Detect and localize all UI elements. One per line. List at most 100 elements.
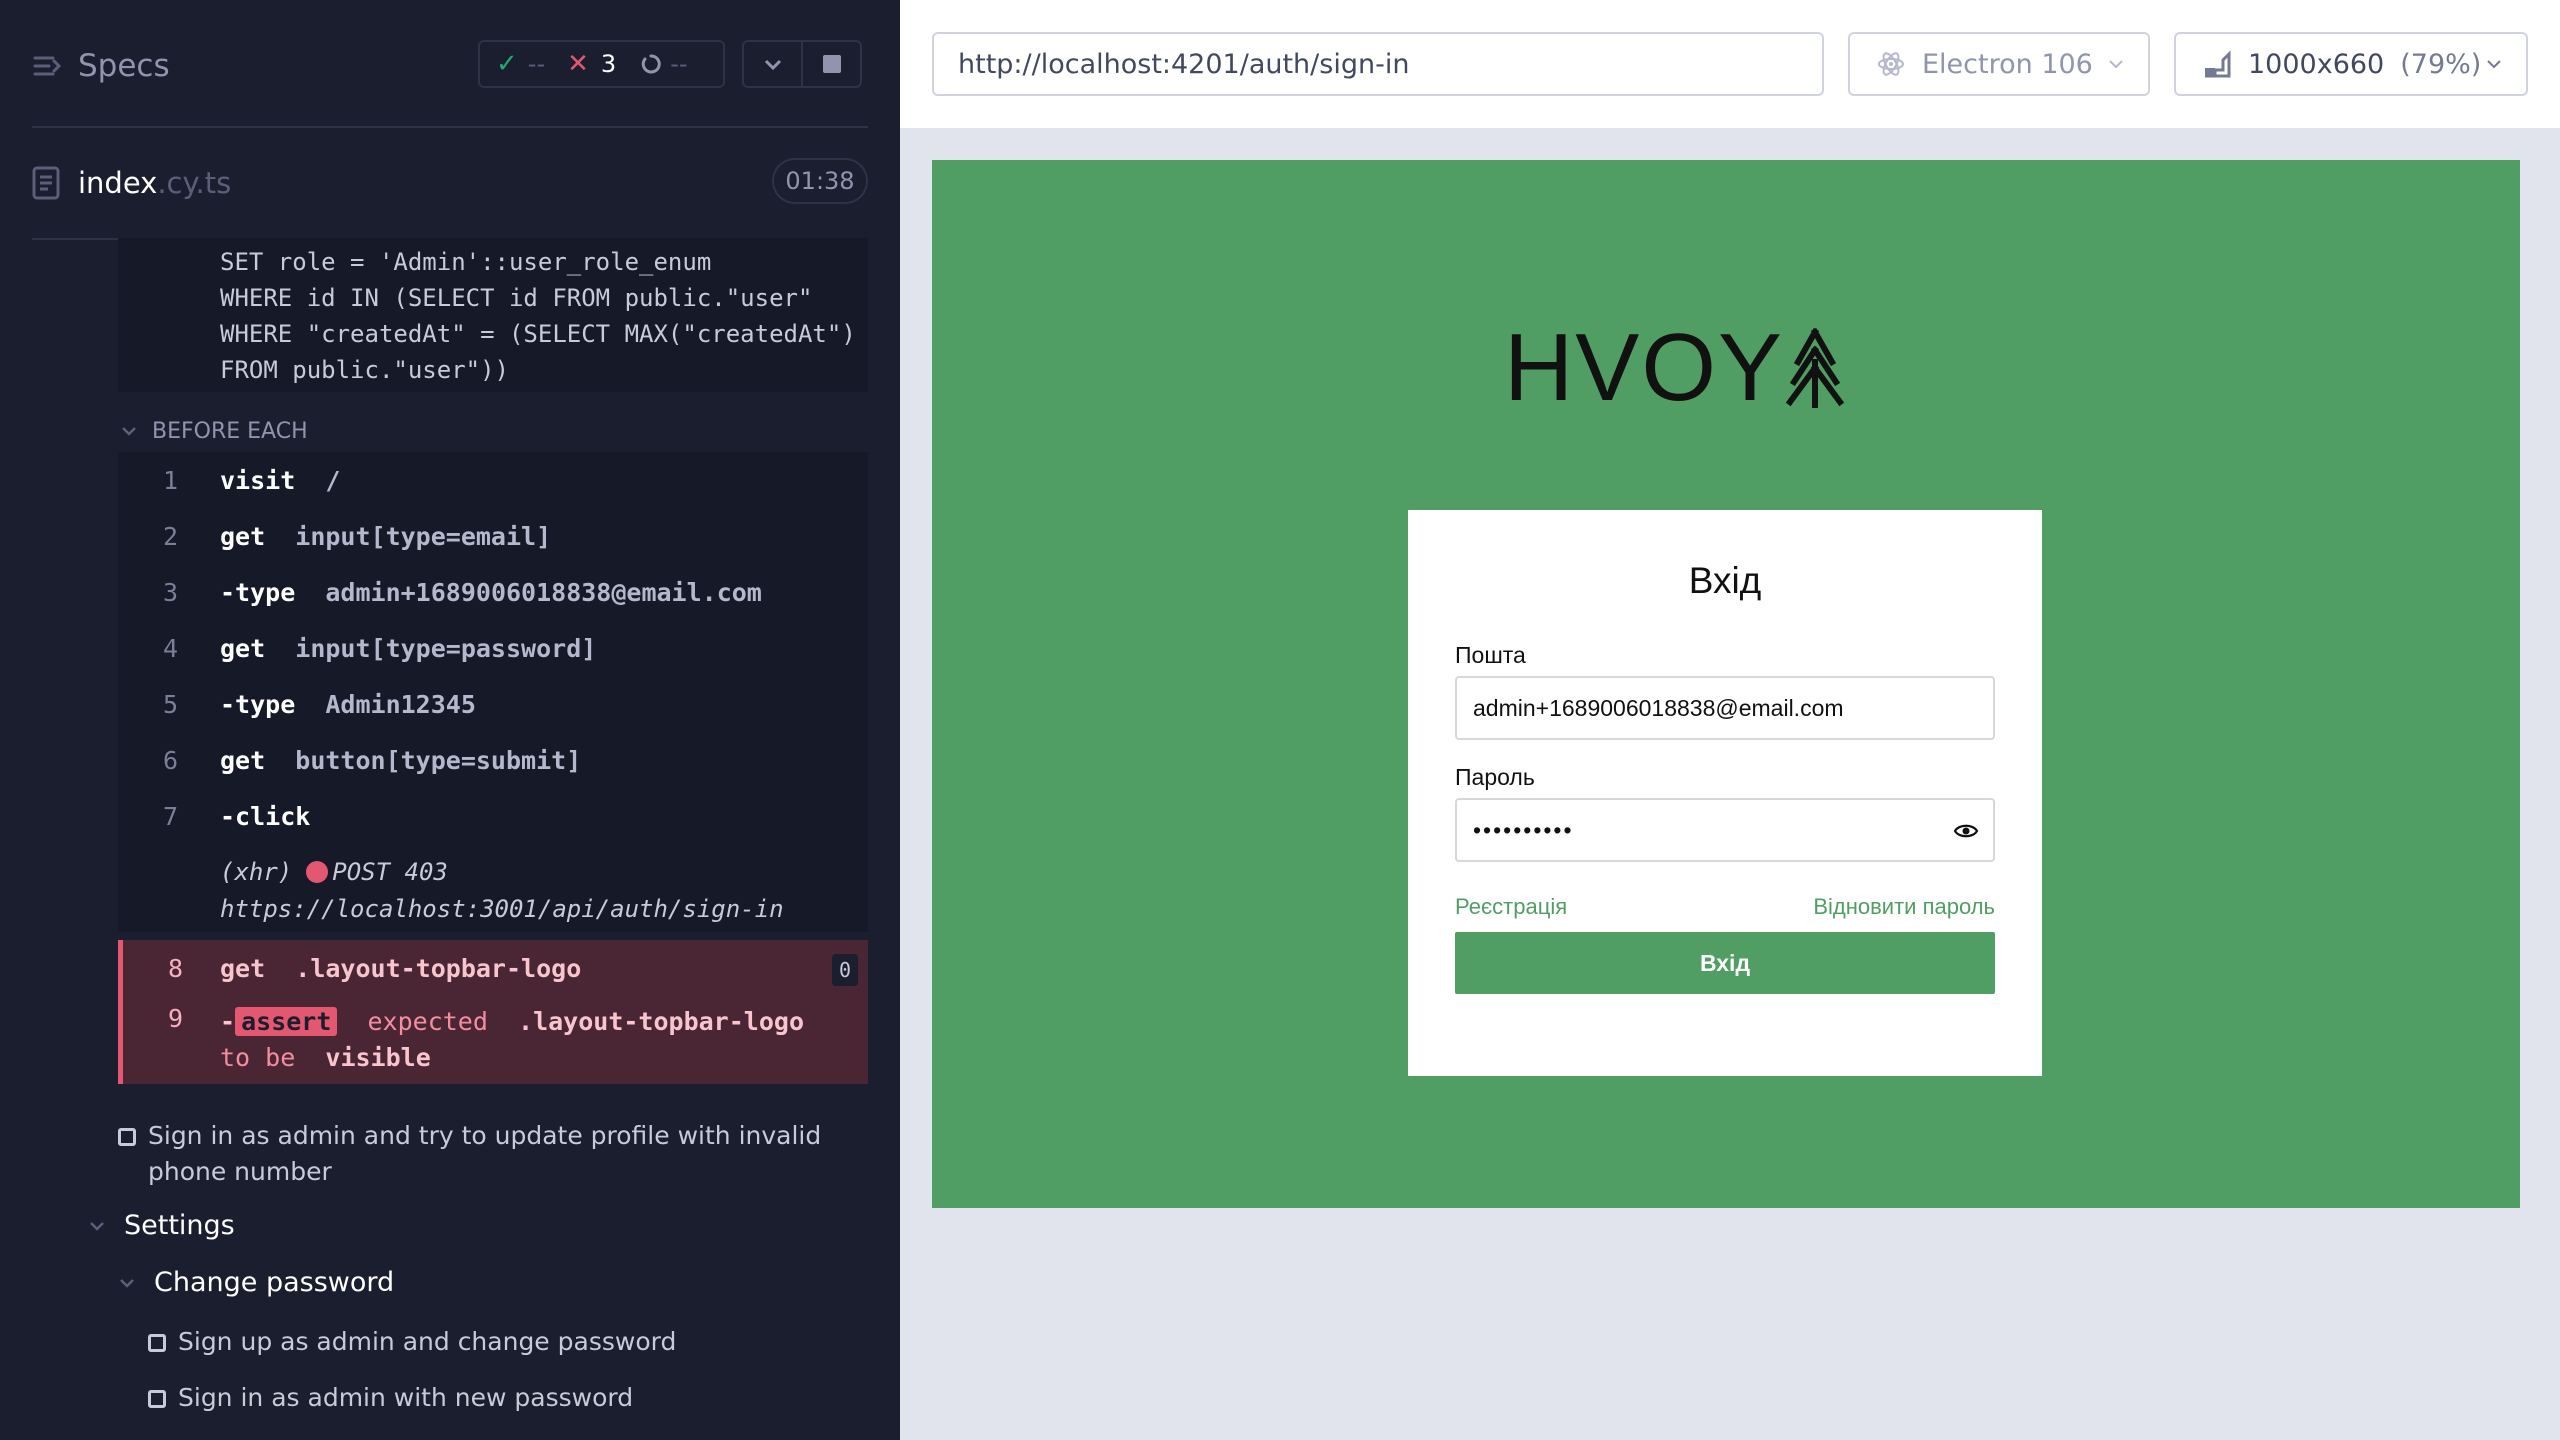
- collapse-button[interactable]: [744, 42, 801, 86]
- suite-settings[interactable]: Settings: [86, 1210, 235, 1241]
- pending-count: --: [670, 50, 688, 78]
- chevron-down-icon: [122, 427, 136, 436]
- xhr-status: POST 403: [332, 858, 448, 886]
- passed-count: --: [527, 50, 546, 78]
- sql-line: SET role = 'Admin'::user_role_enum: [220, 248, 712, 276]
- command-number: 6: [162, 745, 178, 775]
- command-row[interactable]: 6 get button[type=submit]: [118, 732, 868, 788]
- eye-icon[interactable]: [1953, 820, 1979, 842]
- command-row[interactable]: 7 -click: [118, 788, 868, 844]
- xhr-entry[interactable]: (xhr) POST 403 https://localhost:3001/api…: [220, 854, 784, 928]
- command-number: 3: [162, 577, 178, 607]
- test-item[interactable]: Sign in as admin and try to update profi…: [118, 1118, 868, 1190]
- assert-message: - assert expected .layout-topbar-logo to …: [220, 1007, 804, 1072]
- timer-badge: 01:38: [772, 158, 868, 204]
- command-name: get: [220, 953, 266, 983]
- sql-line: WHERE id IN (SELECT id FROM public."user…: [220, 284, 813, 312]
- restore-password-link[interactable]: Відновити пароль: [1813, 894, 1995, 920]
- xhr-prefix: (xhr): [220, 858, 293, 886]
- runner-panel: Specs ✓ -- ✕ 3 -- index .cy.ts 01:38 SET …: [0, 0, 900, 1440]
- password-label: Пароль: [1455, 764, 1535, 790]
- command-row[interactable]: 1 visit /: [118, 452, 868, 508]
- command-arg: admin+1689006018838@email.com: [325, 577, 762, 607]
- stats-bar: ✓ -- ✕ 3 --: [478, 40, 725, 88]
- before-each-label: BEFORE EACH: [152, 418, 308, 444]
- command-row[interactable]: 3 -type admin+1689006018838@email.com: [118, 564, 868, 620]
- test-title: Sign in as admin and try to update profi…: [148, 1121, 822, 1186]
- submit-button[interactable]: Вхід: [1455, 932, 1995, 994]
- spec-file-name: index: [78, 166, 158, 200]
- spinner-icon: [641, 54, 661, 74]
- failed-count: 3: [600, 50, 617, 78]
- before-each-hook[interactable]: BEFORE EACH: [118, 412, 308, 450]
- command-name: -type: [220, 577, 296, 607]
- command-arg: input[type=password]: [295, 633, 597, 663]
- command-name: get: [220, 633, 266, 663]
- command-row[interactable]: 8 get .layout-topbar-logo 0: [123, 940, 868, 996]
- preview-panel: http://localhost:4201/auth/sign-in Elect…: [900, 0, 2560, 1440]
- assert-tag: assert: [235, 1007, 338, 1036]
- command-number: 5: [162, 689, 178, 719]
- command-arg: /: [325, 465, 341, 495]
- chevron-down-icon: [90, 1221, 104, 1231]
- register-link[interactable]: Реєстрація: [1455, 894, 1567, 920]
- command-name: -click: [220, 801, 311, 831]
- divider: [32, 126, 868, 128]
- command-arg: input[type=email]: [295, 521, 552, 551]
- command-row[interactable]: 2 get input[type=email]: [118, 508, 868, 564]
- password-field[interactable]: ••••••••••: [1455, 798, 1995, 862]
- suite-title: Settings: [124, 1210, 235, 1241]
- suite-change-password[interactable]: Change password: [116, 1267, 394, 1298]
- email-label: Пошта: [1455, 642, 1526, 668]
- spec-file[interactable]: index .cy.ts: [32, 158, 868, 208]
- viewport-icon: [2205, 50, 2231, 78]
- test-item[interactable]: Sign up as admin and change password: [148, 1324, 676, 1360]
- command-log: 1 visit / 2 get input[type=email] 3 -typ…: [118, 452, 868, 932]
- electron-icon: [1878, 52, 1904, 76]
- sql-line: FROM public."user")): [220, 356, 509, 384]
- url-bar[interactable]: http://localhost:4201/auth/sign-in: [932, 32, 1824, 96]
- stop-icon: [822, 55, 841, 73]
- test-title: Sign up as admin and change password: [178, 1327, 677, 1356]
- x-icon: ✕: [567, 49, 589, 79]
- command-row[interactable]: 4 get input[type=password]: [118, 620, 868, 676]
- failed-commands: 8 get .layout-topbar-logo 0 9 - assert ex…: [118, 940, 868, 1084]
- test-status-icon: [148, 1334, 166, 1352]
- command-name: get: [220, 521, 266, 551]
- command-name: get: [220, 745, 266, 775]
- logo-text: HVOY: [1503, 314, 1785, 421]
- stop-button[interactable]: [801, 42, 860, 86]
- file-icon: [32, 166, 60, 200]
- command-number: 8: [167, 953, 183, 983]
- email-field[interactable]: admin+1689006018838@email.com: [1455, 676, 1995, 740]
- login-card: Вхід Пошта admin+1689006018838@email.com…: [1408, 510, 2042, 1076]
- xhr-url: https://localhost:3001/api/auth/sign-in: [220, 895, 784, 923]
- test-item[interactable]: Sign in as admin with new password: [148, 1380, 633, 1416]
- viewport-size: 1000x660: [2248, 48, 2385, 80]
- command-number: 9: [167, 1004, 183, 1033]
- browser-selector[interactable]: Electron 106: [1848, 32, 2150, 96]
- command-number: 1: [162, 465, 178, 495]
- command-arg: button[type=submit]: [295, 745, 582, 775]
- command-row[interactable]: 5 -type Admin12345: [118, 676, 868, 732]
- password-value: ••••••••••: [1473, 816, 1574, 843]
- specs-icon: [33, 56, 62, 76]
- command-row[interactable]: 9 - assert expected .layout-topbar-logo t…: [123, 996, 868, 1072]
- suite-title: Change password: [154, 1267, 395, 1298]
- runner-controls: [742, 40, 862, 88]
- test-title: Sign in as admin with new password: [178, 1383, 634, 1412]
- viewport-scale: (79%): [2400, 48, 2482, 80]
- logo: HVOY: [1476, 294, 1872, 442]
- command-arg: Admin12345: [325, 689, 476, 719]
- viewport-selector[interactable]: 1000x660 (79%): [2174, 32, 2528, 96]
- specs-title: Specs: [78, 48, 170, 84]
- app-under-test: HVOY Вхід Пошта admin+1689006018838@emai…: [932, 160, 2520, 1208]
- chevron-down-icon: [764, 59, 781, 71]
- chevron-down-icon: [2487, 60, 2502, 69]
- command-number: 4: [162, 633, 178, 663]
- browser-name: Electron 106: [1922, 48, 2093, 80]
- status-dot: [306, 861, 329, 883]
- card-title: Вхід: [1688, 560, 1762, 601]
- command-number: 7: [162, 801, 178, 831]
- browser-bar: http://localhost:4201/auth/sign-in Elect…: [900, 0, 2560, 128]
